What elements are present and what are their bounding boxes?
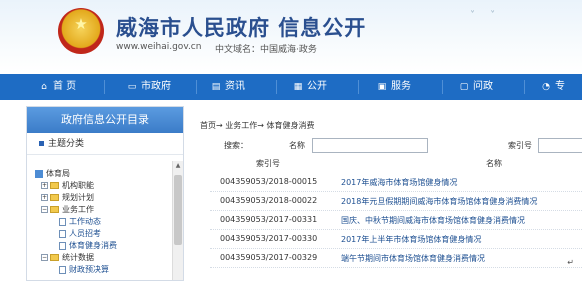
tree-node-statistics[interactable]: − 统计数据 xyxy=(41,252,94,263)
tree-node-fitness-consumption[interactable]: 体育健身消费 xyxy=(59,240,117,251)
table-row[interactable]: 004359053/2017-00331 国庆、中秋节期间威海市体育场馆体育健身… xyxy=(196,211,582,230)
name-label: 名称 xyxy=(289,141,305,150)
index-label: 索引号 xyxy=(508,141,532,150)
column-header-index: 索引号 xyxy=(256,159,280,168)
row-title-link[interactable]: 国庆、中秋节期间威海市体育场馆体育健身消费情况 xyxy=(341,215,525,226)
column-header-name: 名称 xyxy=(486,159,502,168)
bird-decoration-icon: ˅ ˅ xyxy=(470,10,502,21)
row-index: 004359053/2018-00022 xyxy=(220,196,318,205)
nav-item-news[interactable]: ▤ 资讯 xyxy=(210,74,245,100)
building-icon: ▭ xyxy=(127,82,137,92)
special-icon: ◔ xyxy=(542,82,550,92)
square-bullet-icon xyxy=(39,141,44,146)
index-search-input[interactable] xyxy=(538,138,582,153)
table-row[interactable]: 004359053/2017-00330 2017年上半年市体育场馆体育健身情况 xyxy=(196,230,582,249)
expand-icon[interactable]: + xyxy=(41,194,48,201)
search-bar: 搜索： 名称 索引号 xyxy=(196,138,582,154)
nav-item-open[interactable]: ▦ 公开 xyxy=(292,74,327,100)
sidebar-title: 政府信息公开目录 xyxy=(27,107,183,133)
document-icon xyxy=(59,217,66,226)
search-label: 搜索： xyxy=(224,141,248,150)
catalog-sidebar: 政府信息公开目录 主题分类 体育局 + 机构职能 + 规划计划 − 业务工作 工作动态… xyxy=(26,106,184,281)
document-icon xyxy=(59,241,66,250)
nav-item-special[interactable]: ◔ 专 xyxy=(540,74,565,100)
nav-item-government[interactable]: ▭ 市政府 xyxy=(126,74,171,100)
scroll-up-icon[interactable]: ▲ xyxy=(173,161,183,171)
row-title-link[interactable]: 2018年元旦假期期间威海市体育场馆体育健身消费情况 xyxy=(341,196,537,207)
folder-open-icon xyxy=(50,206,59,213)
tree-node-recruitment[interactable]: 人员招考 xyxy=(59,228,101,239)
open-icon: ▦ xyxy=(293,82,303,92)
folder-icon xyxy=(50,194,59,201)
chat-icon: ▢ xyxy=(459,82,469,92)
site-url[interactable]: www.weihai.gov.cn xyxy=(116,42,201,52)
document-icon xyxy=(59,265,66,274)
tree-node-budget[interactable]: 财政预决算 xyxy=(59,264,109,275)
site-title: 威海市人民政府 信息公开 xyxy=(116,16,367,40)
tree-node-work-news[interactable]: 工作动态 xyxy=(59,216,101,227)
service-icon: ▣ xyxy=(377,82,387,92)
row-title-link[interactable]: 端午节期间市体育场馆体育健身消费情况 xyxy=(341,253,485,264)
national-emblem-icon: ★ xyxy=(58,8,104,54)
row-index: 004359053/2017-00330 xyxy=(220,234,318,243)
collapse-icon[interactable]: − xyxy=(41,254,48,261)
row-index: 004359053/2018-00015 xyxy=(220,177,318,186)
expand-icon[interactable]: + xyxy=(41,182,48,189)
table-row[interactable]: 004359053/2018-00022 2018年元旦假期期间威海市体育场馆体… xyxy=(196,192,582,211)
return-mark: ↵ xyxy=(567,258,574,267)
scrollbar-thumb[interactable] xyxy=(174,175,182,245)
row-title-link[interactable]: 2017年威海市体育场馆健身情况 xyxy=(341,177,457,188)
document-icon xyxy=(59,229,66,238)
tree-node-functions[interactable]: + 机构职能 xyxy=(41,180,94,191)
folder-icon xyxy=(50,182,59,189)
table-row[interactable]: 004359053/2018-00015 2017年威海市体育场馆健身情况 xyxy=(196,173,582,192)
home-icon: ⌂ xyxy=(41,82,47,92)
news-icon: ▤ xyxy=(211,82,221,92)
tree-scrollbar[interactable]: ▲ xyxy=(172,161,183,280)
tree-node-business[interactable]: − 业务工作 xyxy=(41,204,94,215)
row-title-link[interactable]: 2017年上半年市体育场馆体育健身情况 xyxy=(341,234,481,245)
folder-open-icon xyxy=(50,254,59,261)
breadcrumb: 首页→ 业务工作→ 体育健身消费 xyxy=(200,121,315,130)
name-search-input[interactable] xyxy=(312,138,428,153)
tree-node-sports-bureau[interactable]: 体育局 xyxy=(35,168,70,179)
table-row[interactable]: 004359053/2017-00329 端午节期间市体育场馆体育健身消费情况 xyxy=(196,249,582,268)
row-index: 004359053/2017-00329 xyxy=(220,253,318,262)
topic-category-header[interactable]: 主题分类 xyxy=(27,133,183,155)
main-nav: ⌂ 首 页 ▭ 市政府 ▤ 资讯 ▦ 公开 ▣ 服务 ▢ 问政 ◔ 专 xyxy=(0,74,582,100)
site-header: ★ 威海市人民政府 信息公开 www.weihai.gov.cn 中文域名：中国… xyxy=(0,0,582,72)
collapse-icon[interactable]: − xyxy=(41,206,48,213)
chinese-domain: 中文域名：中国威海·政务 xyxy=(215,45,317,55)
row-index: 004359053/2017-00331 xyxy=(220,215,318,224)
content-panel: 首页→ 业务工作→ 体育健身消费 搜索： 名称 索引号 索引号 名称 00435… xyxy=(196,106,582,281)
tree-root-icon xyxy=(35,169,43,178)
nav-item-service[interactable]: ▣ 服务 xyxy=(376,74,411,100)
tree-node-plans[interactable]: + 规划计划 xyxy=(41,192,94,203)
nav-item-home[interactable]: ⌂ 首 页 xyxy=(38,74,76,100)
nav-item-inquiry[interactable]: ▢ 问政 xyxy=(458,74,493,100)
